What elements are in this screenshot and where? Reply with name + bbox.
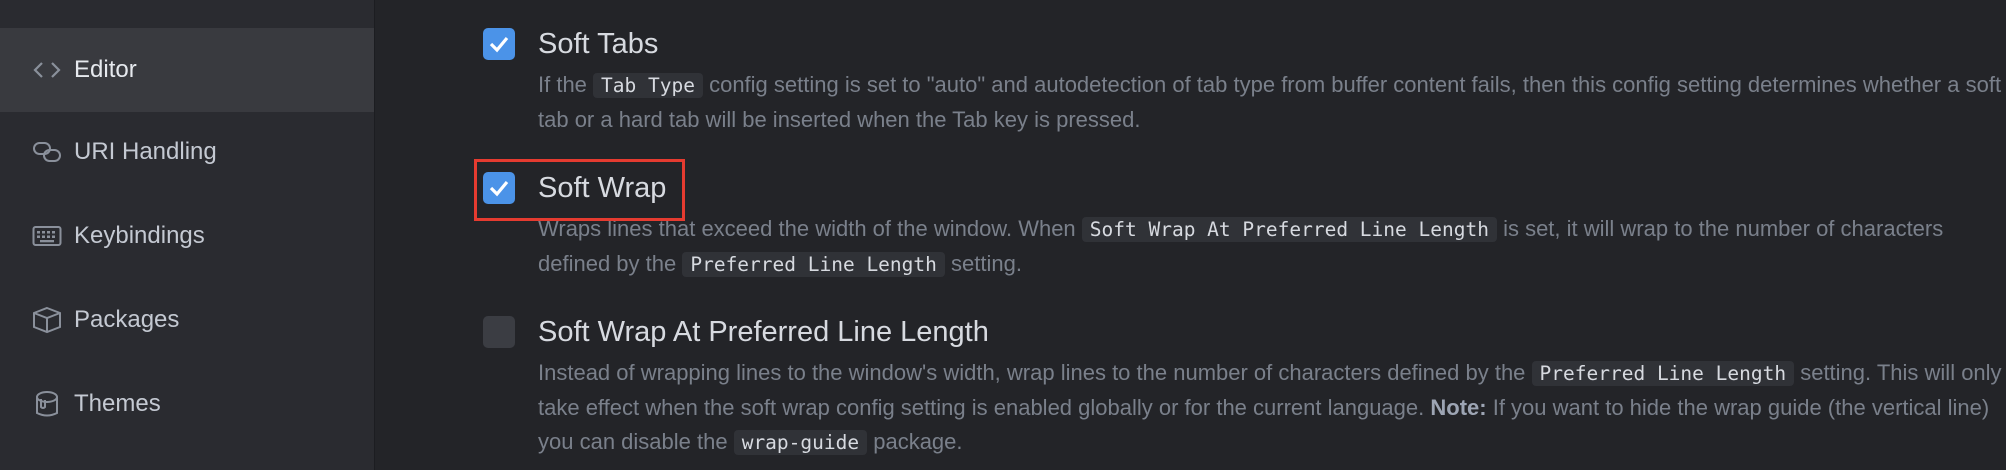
sidebar-item-label: URI Handling [74, 138, 217, 165]
sidebar-item-uri-handling[interactable]: URI Handling [0, 110, 374, 194]
setting-description: Wraps lines that exceed the width of the… [538, 216, 1944, 277]
setting-title: Soft Wrap [538, 172, 667, 204]
setting-description: If the Tab Type config setting is set to… [538, 72, 2002, 132]
soft-tabs-checkbox[interactable] [483, 28, 515, 60]
code-icon [32, 55, 62, 85]
config-code: Tab Type [593, 73, 703, 98]
checkmark-icon [489, 36, 509, 53]
config-code: Preferred Line Length [682, 252, 945, 277]
config-code: Soft Wrap At Preferred Line Length [1081, 217, 1497, 242]
sidebar-item-label: Editor [74, 56, 137, 83]
sidebar-item-label: Keybindings [74, 222, 205, 249]
settings-panel: Soft Tabs If the Tab Type config setting… [375, 0, 2006, 470]
setting-title: Soft Tabs [538, 28, 659, 60]
sidebar-item-keybindings[interactable]: Keybindings [0, 194, 374, 278]
sidebar-item-themes[interactable]: Themes [0, 362, 374, 446]
sidebar-item-label: Themes [74, 390, 161, 417]
note-label: Note: [1430, 395, 1487, 420]
paint-bucket-icon [32, 389, 62, 419]
soft-wrap-preferred-checkbox[interactable] [483, 316, 515, 348]
soft-wrap-checkbox[interactable] [483, 172, 515, 204]
link-icon [32, 137, 62, 167]
settings-sidebar: Editor URI Handling Keybindings Packages… [0, 0, 375, 470]
checkmark-icon [489, 180, 509, 197]
sidebar-item-editor[interactable]: Editor [0, 28, 374, 112]
package-icon [32, 305, 62, 335]
keyboard-icon [32, 221, 62, 251]
sidebar-item-label: Packages [74, 306, 180, 333]
sidebar-item-packages[interactable]: Packages [0, 278, 374, 362]
setting-title: Soft Wrap At Preferred Line Length [538, 316, 989, 348]
config-code: wrap-guide [733, 430, 868, 455]
config-code: Preferred Line Length [1531, 361, 1795, 386]
setting-description: Instead of wrapping lines to the window'… [538, 360, 2002, 455]
